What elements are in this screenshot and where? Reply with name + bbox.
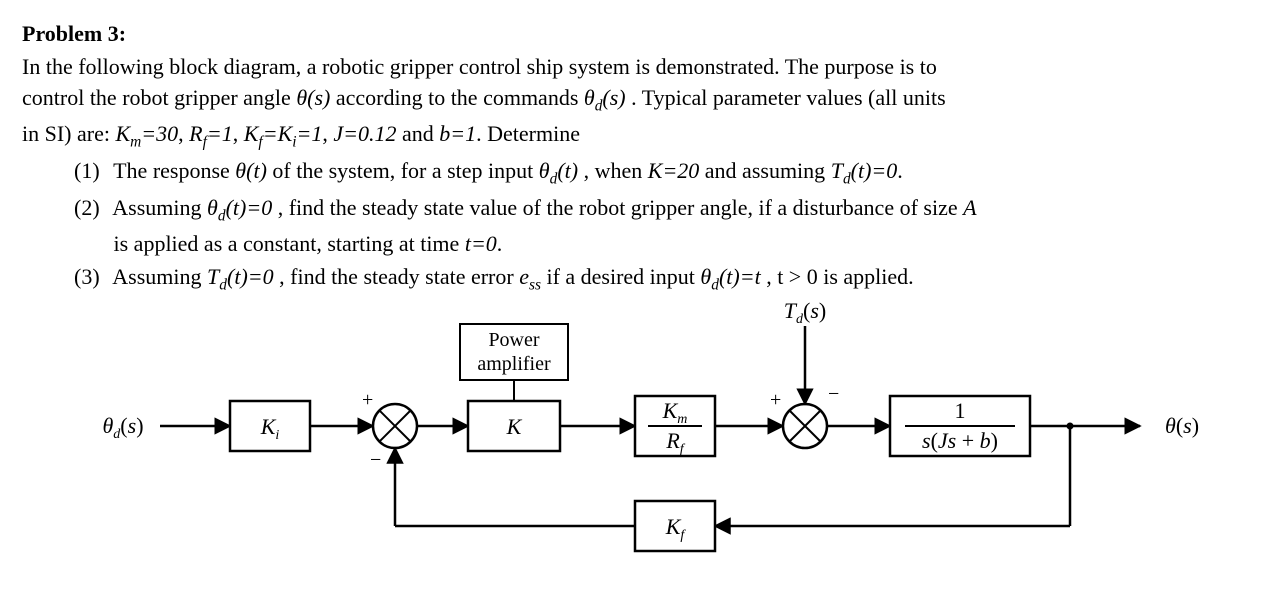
output-label: θ(s) [1165, 413, 1199, 438]
symbol-theta-t: θ(t)θ(t) [235, 158, 267, 183]
text: Assuming [112, 264, 207, 289]
symbol-theta-d-t: θ_d(t)θd(t) [539, 158, 578, 183]
text: in SI) are: [22, 121, 115, 146]
question-3: (3) Assuming T_d(t)=0Td(t)=0 , find the … [74, 261, 1262, 296]
question-1: (1) The response θ(t)θ(t) of the system,… [74, 155, 1262, 190]
text: The response [113, 158, 235, 183]
disturbance-label: Td(s) [784, 298, 826, 327]
symbol-Td0: T_d(t)=0Td(t)=0 [831, 158, 898, 183]
text: . Determine [476, 121, 580, 146]
symbol-theta-d-eq-t: θ_d(t)=tθd(t)=t [700, 264, 760, 289]
param-b: b=1b=1 [439, 121, 476, 146]
text: of the system, for a step input [272, 158, 538, 183]
problem-title: Problem 3: [22, 18, 1262, 49]
text: In the following block diagram, a roboti… [22, 54, 937, 79]
question-list: (1) The response θ(t)θ(t) of the system,… [22, 155, 1262, 296]
text: , find the steady state error [279, 264, 519, 289]
input-label: θd(s) [102, 413, 143, 442]
text: . [497, 231, 503, 256]
symbol-ess: e_ssess [519, 264, 541, 289]
sum1-minus: − [370, 449, 381, 471]
text: according to the commands [336, 85, 584, 110]
question-2: (2) Assuming θ_d(t)=0θd(t)=0 , find the … [74, 192, 1262, 259]
sum2-minus: − [828, 383, 839, 405]
symbol-theta-d0: θ_d(t)=0θd(t)=0 [207, 195, 272, 220]
sum2-plus: + [770, 389, 781, 411]
text: is applied as a constant, starting at ti… [114, 231, 465, 256]
text: control the robot gripper angle [22, 85, 296, 110]
symbol-K20: K=20K=20 [648, 158, 700, 183]
amp-label-bot: amplifier [477, 353, 551, 375]
text: and assuming [705, 158, 831, 183]
block-K-label: K [506, 414, 523, 439]
param-KfKi: K_f=K_i=1Kf=Ki=1 [244, 121, 323, 146]
sum1-plus: + [362, 389, 373, 411]
text: , find the steady state value of the rob… [278, 195, 963, 220]
text: . Typical parameter values (all units [631, 85, 946, 110]
amp-label-top: Power [488, 329, 539, 351]
question-number: (1) [74, 155, 108, 186]
plant-den: s(Js + b) [922, 428, 998, 453]
text: . [897, 158, 903, 183]
block-diagram: θd(s) θ_d(s) Ki K_i + − K Power am [90, 296, 1190, 576]
symbol-Td0: T_d(t)=0Td(t)=0 [207, 264, 274, 289]
question-number: (3) [74, 261, 108, 292]
text: , t > 0 is applied. [766, 264, 913, 289]
text: , when [584, 158, 648, 183]
plant-num: 1 [955, 398, 966, 423]
text: Assuming [112, 195, 207, 220]
symbol-A: A [963, 195, 976, 220]
symbol-theta-s: θ(s)θ(s) [296, 85, 330, 110]
problem-statement: In the following block diagram, a roboti… [22, 51, 1262, 153]
question-number: (2) [74, 192, 108, 223]
param-J: J=0.12J=0.12 [333, 121, 396, 146]
page: Problem 3: In the following block diagra… [0, 0, 1284, 608]
param-Rf: R_f=1Rf=1 [189, 121, 233, 146]
text: if a desired input [546, 264, 700, 289]
param-Km: K_m=30Km=30 [115, 121, 178, 146]
symbol-t0: t=0t=0 [465, 231, 497, 256]
symbol-theta-d-s: θ_d(s)θd(s) [584, 85, 626, 110]
